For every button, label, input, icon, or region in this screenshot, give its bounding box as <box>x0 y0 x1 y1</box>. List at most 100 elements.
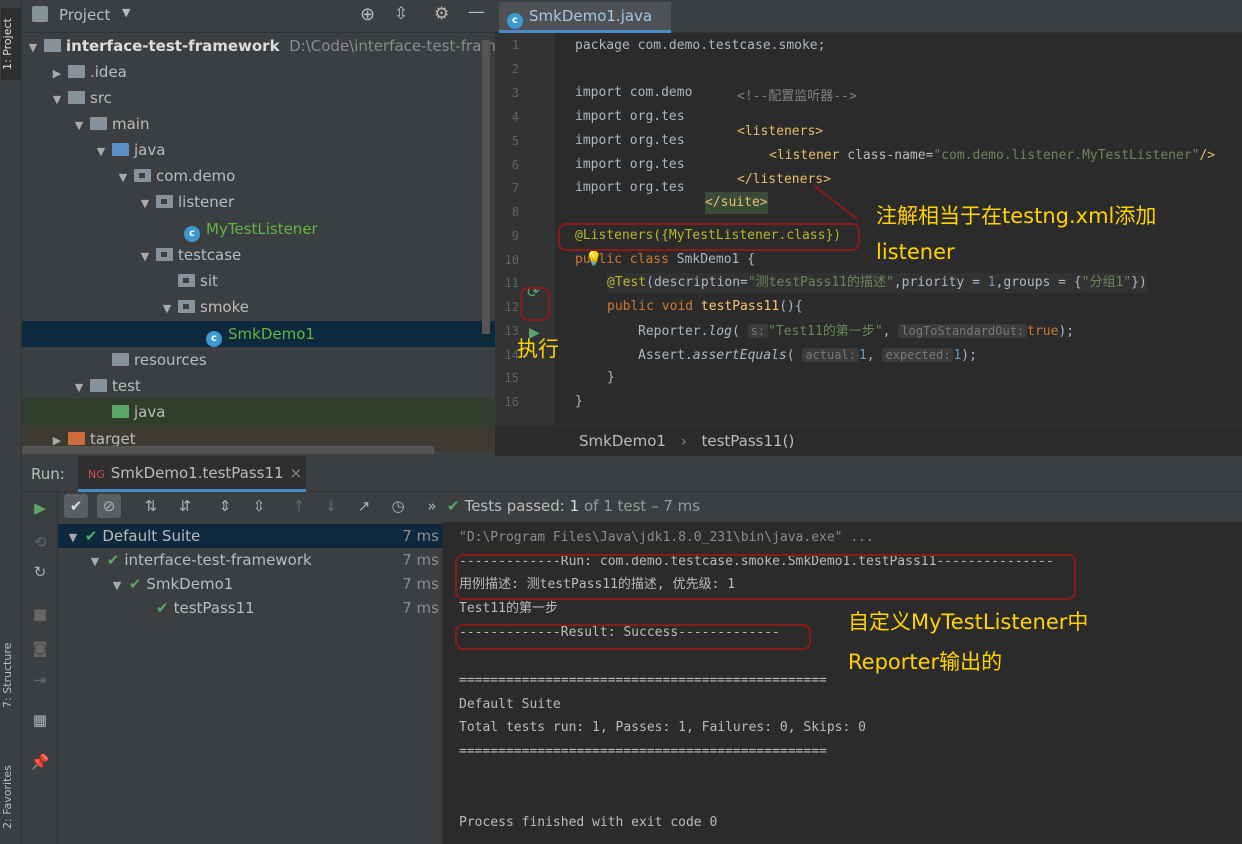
code-line-13: Reporter.log( s: "Test11的第一步", logToStand… <box>638 324 1075 339</box>
note-annotation-line1: 注解相当于在testng.xml添加 <box>876 204 1157 228</box>
structure-tool-tab[interactable]: 7: Structure <box>1 630 21 720</box>
chevron-right-icon: ▶ <box>52 67 62 80</box>
tree-item-mytestlistener[interactable]: c MyTestListener <box>184 216 318 242</box>
favorites-tool-tab[interactable]: 2: Favorites <box>1 752 21 842</box>
class-icon: c <box>507 13 523 29</box>
chevron-down-icon[interactable]: ▼ <box>122 6 130 19</box>
line-number: 1 <box>511 38 519 52</box>
console-line: Default Suite <box>459 697 561 712</box>
note-reporter-line2: Reporter输出的 <box>848 650 1003 674</box>
tree-item-sit[interactable]: sit <box>160 268 218 294</box>
stop-icon[interactable]: ■ <box>28 602 52 626</box>
tree-item-smkdemo1[interactable]: c SmkDemo1 <box>22 321 495 347</box>
show-ignored-icon[interactable]: ⊘ <box>97 494 121 518</box>
sort-alpha-icon[interactable]: ⇅ <box>139 494 163 518</box>
exit-icon[interactable]: ⇥ <box>28 668 52 692</box>
expand-all-icon[interactable]: ⇕ <box>213 494 237 518</box>
show-passed-icon[interactable]: ✔ <box>64 494 88 518</box>
project-tool-tab[interactable]: 1: Project <box>1 8 21 80</box>
history-icon[interactable]: ◷ <box>386 494 410 518</box>
pin-icon[interactable]: 📌 <box>28 750 52 774</box>
line-number: 10 <box>504 253 519 267</box>
export-icon[interactable]: ↗ <box>352 494 376 518</box>
more-icon[interactable]: » <box>420 494 444 518</box>
code-line-15: } <box>607 370 615 385</box>
code-line-14: Assert.assertEquals( actual: 1, expected:… <box>638 348 977 363</box>
package-icon <box>156 195 173 208</box>
console-line: Total tests run: 1, Passes: 1, Failures:… <box>459 720 866 735</box>
editor-tab[interactable]: cSmkDemo1.java × <box>499 2 671 53</box>
class-icon: c <box>206 331 222 347</box>
xml-snippet-overlay: <!--配置监听器--> <listeners> <listener class… <box>695 86 1235 214</box>
tree-item-smoke[interactable]: ▼ smoke <box>160 294 249 320</box>
package-icon <box>156 248 173 261</box>
tree-item-test[interactable]: ▼ test <box>72 373 141 399</box>
excluded-folder-icon <box>68 432 85 445</box>
breadcrumb-class[interactable]: SmkDemo1 <box>579 432 666 450</box>
tree-root[interactable]: ▼ interface-test-framework D:\Code\interf… <box>26 33 518 59</box>
chevron-down-icon: ▼ <box>140 250 150 263</box>
minimize-icon[interactable]: — <box>468 2 485 22</box>
package-icon <box>134 169 151 182</box>
chevron-down-icon: ▼ <box>90 555 100 568</box>
tree-item-testcase[interactable]: ▼ testcase <box>138 242 242 268</box>
source-folder-icon <box>112 143 129 156</box>
rerun-failed-icon[interactable]: ⟲ <box>28 530 52 554</box>
resources-folder-icon <box>112 353 129 366</box>
project-panel-title[interactable]: Project <box>59 6 110 24</box>
left-tool-stripe: 1: Project 7: Structure 2: Favorites <box>0 0 22 844</box>
gear-icon[interactable]: ⚙ <box>434 4 449 24</box>
run-tab[interactable]: NG SmkDemo1.testPass11 × <box>78 456 306 492</box>
collapse-all-icon[interactable]: ⇳ <box>247 494 271 518</box>
tree-item-com-demo[interactable]: ▼ com.demo <box>116 163 236 189</box>
horizontal-scrollbar[interactable] <box>22 446 434 454</box>
tree-row-suite[interactable]: ▼ ✔ Default Suite 7 ms <box>58 524 443 548</box>
tree-item-test-java[interactable]: java <box>22 399 495 425</box>
testng-icon: NG <box>88 468 105 481</box>
prev-failed-icon[interactable]: ↑ <box>287 494 311 518</box>
breadcrumb-method[interactable]: testPass11() <box>702 432 795 450</box>
line-number: 14 <box>504 348 519 362</box>
code-line-4: import org.tes <box>575 109 685 124</box>
line-number: 5 <box>511 134 519 148</box>
layout-icon[interactable]: ▦ <box>28 708 52 732</box>
tree-item-resources[interactable]: resources <box>94 347 207 373</box>
tab-label: SmkDemo1.java <box>529 7 653 25</box>
camera-icon[interactable]: ◙ <box>28 636 52 660</box>
package-icon <box>178 274 195 287</box>
breadcrumb: SmkDemo1 › testPass11() <box>495 425 1242 456</box>
xml-listener: <listener class-name="com.demo.listener.… <box>769 148 1216 163</box>
console-line: ========================================… <box>459 673 827 688</box>
tree-item-listener[interactable]: ▼ listener <box>138 189 234 215</box>
tree-row-class[interactable]: ▼ ✔ SmkDemo1 7 ms <box>58 572 443 596</box>
code-line-11: @Test(description="测testPass11的描述",prior… <box>607 273 1147 293</box>
tree-item-main[interactable]: ▼ main <box>72 111 150 137</box>
run-side-toolbar: ▶ ⟲ ↻ ■ ◙ ⇥ ▦ 📌 <box>22 492 58 844</box>
line-gutter: 1 2 3 4 5 6 7 8 9 10 11 12 13 14 15 16 ⟳… <box>495 33 555 425</box>
bulb-icon[interactable]: 💡 <box>585 251 602 267</box>
note-execute: 执行 <box>517 337 559 361</box>
tree-item-idea[interactable]: ▶ .idea <box>50 59 127 85</box>
xml-comment: <!--配置监听器--> <box>737 89 857 104</box>
line-number: 6 <box>511 158 519 172</box>
folder-icon <box>68 91 85 104</box>
tree-row-project[interactable]: ▼ ✔ interface-test-framework 7 ms <box>58 548 443 572</box>
run-toolbar: ✔ ⊘ ⇅ ⇵ ⇕ ⇳ ↑ ↓ ↗ ◷ » ✔ Tests passed: 1 o… <box>22 492 1242 522</box>
line-number: 7 <box>511 181 519 195</box>
chevron-down-icon: ▼ <box>162 302 172 315</box>
tree-item-java[interactable]: ▼ java <box>94 137 166 163</box>
vertical-scrollbar[interactable] <box>482 40 490 334</box>
tree-item-src[interactable]: ▼ src <box>50 85 112 111</box>
tree-row-method[interactable]: ✔ testPass11 7 ms <box>58 596 443 620</box>
next-failed-icon[interactable]: ↓ <box>319 494 343 518</box>
package-icon <box>178 300 195 313</box>
locate-icon[interactable]: ⊕ <box>360 4 375 25</box>
sort-duration-icon[interactable]: ⇵ <box>173 494 197 518</box>
toggle-auto-test-icon[interactable]: ↻ <box>28 560 52 584</box>
rerun-icon[interactable]: ▶ <box>28 496 52 520</box>
collapse-icon[interactable]: ⇳ <box>394 4 408 24</box>
breadcrumb-separator: › <box>680 432 687 450</box>
close-icon[interactable]: × <box>290 464 303 482</box>
chevron-down-icon: ▼ <box>28 41 38 54</box>
line-number: 15 <box>504 371 519 385</box>
